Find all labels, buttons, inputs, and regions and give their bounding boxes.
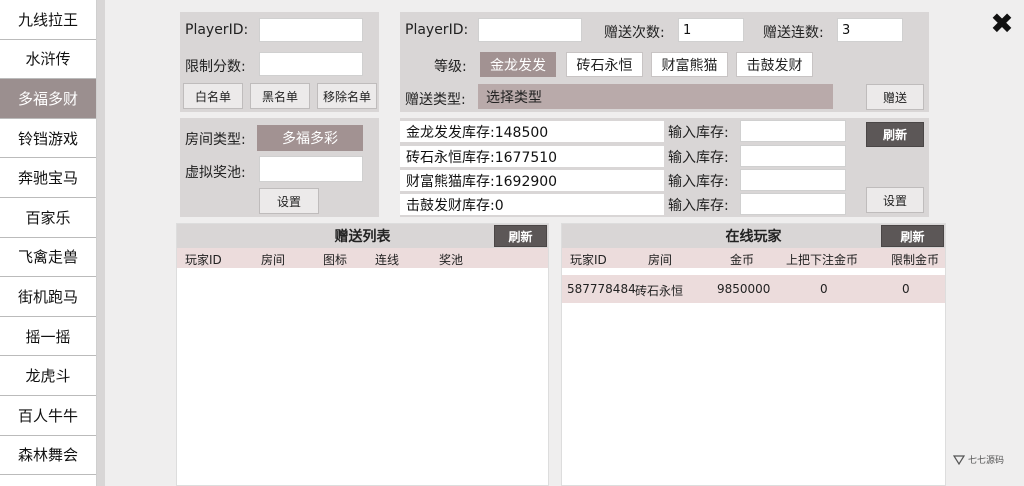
sidebar-divider (97, 0, 105, 486)
limit-score-label: 限制分数: (185, 59, 246, 75)
close-icon[interactable]: ✖ (988, 10, 1016, 38)
gift-list-header: 玩家ID 房间 图标 连线 奖池 (177, 248, 548, 268)
column-header: 房间 (261, 253, 286, 267)
gift-list-title: 赠送列表 (177, 224, 548, 248)
sidebar-item-jiuxian[interactable]: 九线拉王 (0, 0, 96, 40)
gift-list-refresh-button[interactable]: 刷新 (494, 225, 547, 247)
column-header: 房间 (648, 253, 673, 267)
watermark-logo-icon (953, 454, 965, 465)
gift-streak-input[interactable] (837, 18, 903, 42)
level-chip-caifu[interactable]: 财富熊猫 (651, 52, 728, 77)
blacklist-button[interactable]: 黑名单 (250, 83, 310, 109)
stock-input-label: 输入库存: (668, 125, 729, 141)
stock-input-jigu[interactable] (740, 193, 846, 215)
stock-set-button[interactable]: 设置 (866, 187, 924, 213)
watermark: 七七源码 (953, 453, 1004, 466)
stock-panel: 金龙发发库存:148500 输入库存: 砖石永恒库存:1677510 输入库存:… (400, 118, 929, 217)
sidebar-item-duofu[interactable]: 多福多财 (0, 79, 96, 119)
pool-set-button[interactable]: 设置 (259, 188, 319, 214)
player-list-panel: PlayerID: 限制分数: 白名单 黑名单 移除名单 (180, 12, 379, 112)
level-label: 等级: (434, 59, 467, 75)
stock-refresh-button[interactable]: 刷新 (866, 122, 924, 147)
gift-type-label: 赠送类型: (405, 92, 466, 108)
player-id-input[interactable] (259, 18, 363, 42)
column-header: 玩家ID (570, 253, 607, 267)
gift-type-select[interactable]: 选择类型 (478, 84, 833, 109)
online-list-header: 玩家ID 房间 金币 上把下注金币 限制金币 (562, 248, 945, 268)
cell-player-id: 587778484 (567, 282, 636, 296)
stock-input-label: 输入库存: (668, 198, 729, 214)
level-chip-zhuanshi[interactable]: 砖石永恒 (566, 52, 643, 77)
level-chip-jinlong[interactable]: 金龙发发 (480, 52, 556, 77)
sidebar-item-paoma[interactable]: 街机跑马 (0, 277, 96, 317)
column-header: 上把下注金币 (786, 253, 859, 267)
stock-input-zhuanshi[interactable] (740, 145, 846, 167)
cell-room: 砖石永恒 (635, 284, 684, 298)
cell-coins: 9850000 (717, 282, 771, 296)
gift-panel: PlayerID: 赠送次数: 赠送连数: 等级: 金龙发发 砖石永恒 财富熊猫… (400, 12, 929, 112)
room-type-select[interactable]: 多福多彩 (257, 125, 363, 151)
stock-input-label: 输入库存: (668, 150, 729, 166)
player-id-label: PlayerID: (185, 22, 249, 38)
level-chip-jigu[interactable]: 击鼓发财 (736, 52, 813, 77)
stock-row-jigu: 击鼓发财库存:0 (400, 194, 664, 215)
stock-input-caifu[interactable] (740, 169, 846, 191)
stock-row-caifu: 财富熊猫库存:1692900 (400, 170, 664, 191)
column-header: 限制金币 (891, 253, 940, 267)
gift-player-id-input[interactable] (478, 18, 582, 42)
gift-count-label: 赠送次数: (604, 25, 665, 41)
watermark-text: 七七源码 (968, 456, 1005, 466)
main-panel: PlayerID: 限制分数: 白名单 黑名单 移除名单 房间类型: 多福多彩 … (105, 0, 1024, 486)
virtual-pool-label: 虚拟奖池: (185, 165, 246, 181)
gift-list: 赠送列表 刷新 玩家ID 房间 图标 连线 奖池 (176, 223, 549, 486)
gift-player-id-label: PlayerID: (405, 22, 469, 38)
column-header: 金币 (730, 253, 755, 267)
sidebar-item-feiqin[interactable]: 飞禽走兽 (0, 238, 96, 278)
table-row[interactable]: 587778484 砖石永恒 9850000 0 0 (562, 275, 945, 303)
sidebar-item-senlin[interactable]: 森林舞会 (0, 436, 96, 476)
virtual-pool-input[interactable] (259, 156, 363, 182)
limit-score-input[interactable] (259, 52, 363, 76)
sidebar-item-baijiale[interactable]: 百家乐 (0, 198, 96, 238)
cell-limit-coins: 0 (902, 282, 910, 296)
sidebar-item-shuihu[interactable]: 水浒传 (0, 40, 96, 80)
game-sidebar: 九线拉王 水浒传 多福多财 铃铛游戏 奔驰宝马 百家乐 飞禽走兽 街机跑马 摇一… (0, 0, 97, 486)
column-header: 奖池 (439, 253, 464, 267)
stock-row-jinlong: 金龙发发库存:148500 (400, 121, 664, 142)
sidebar-item-niuniu[interactable]: 百人牛牛 (0, 396, 96, 436)
gift-streak-label: 赠送连数: (763, 25, 824, 41)
column-header: 图标 (323, 253, 348, 267)
stock-input-label: 输入库存: (668, 174, 729, 190)
sidebar-item-lingdang[interactable]: 铃铛游戏 (0, 119, 96, 159)
online-players-list: 在线玩家 刷新 玩家ID 房间 金币 上把下注金币 限制金币 587778484… (561, 223, 946, 486)
stock-input-jinlong[interactable] (740, 120, 846, 142)
column-header: 连线 (375, 253, 400, 267)
column-header: 玩家ID (185, 253, 222, 267)
remove-list-button[interactable]: 移除名单 (317, 83, 377, 109)
online-refresh-button[interactable]: 刷新 (881, 225, 944, 247)
sidebar-item-benchi[interactable]: 奔驰宝马 (0, 158, 96, 198)
cell-last-bet: 0 (820, 282, 828, 296)
stock-row-zhuanshi: 砖石永恒库存:1677510 (400, 146, 664, 167)
room-config-panel: 房间类型: 多福多彩 虚拟奖池: 设置 (180, 118, 379, 217)
room-type-label: 房间类型: (185, 132, 246, 148)
sidebar-item-yaoyiyao[interactable]: 摇一摇 (0, 317, 96, 357)
gift-send-button[interactable]: 赠送 (866, 84, 924, 110)
whitelist-button[interactable]: 白名单 (183, 83, 243, 109)
sidebar-item-longhu[interactable]: 龙虎斗 (0, 356, 96, 396)
gift-count-input[interactable] (678, 18, 744, 42)
